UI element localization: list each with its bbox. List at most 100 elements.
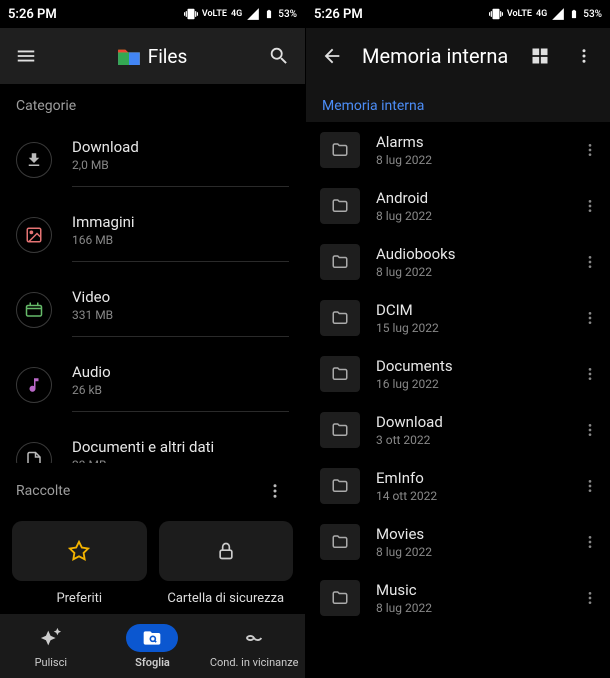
folder-name: Alarms	[376, 133, 564, 151]
favorites-label: Preferiti	[12, 591, 147, 606]
folder-more-button[interactable]	[580, 366, 600, 382]
folder-more-button[interactable]	[580, 142, 600, 158]
collections-row	[0, 513, 305, 591]
status-icons: VoLTE 4G 53%	[489, 7, 602, 21]
collections-header: Raccolte	[0, 463, 305, 513]
view-grid-button[interactable]	[526, 42, 554, 70]
categories-header: Categorie	[0, 84, 305, 122]
internal-storage-panel: 5:26 PM VoLTE 4G 53% Memoria interna Mem…	[305, 0, 610, 678]
nav-clean[interactable]: Pulisci	[1, 624, 102, 669]
category-size: 166 MB	[72, 233, 289, 247]
category-size: 2,0 MB	[72, 158, 289, 172]
more-button[interactable]	[570, 42, 598, 70]
folder-row[interactable]: EmInfo 14 ott 2022	[306, 458, 610, 514]
folder-icon	[329, 197, 351, 215]
safe-folder-card[interactable]	[159, 521, 294, 581]
more-vert-icon	[582, 310, 598, 326]
status-time: 5:26 PM	[314, 7, 363, 22]
nav-browse[interactable]: Sfoglia	[102, 624, 203, 669]
category-audio[interactable]: Audio 26 kB	[0, 347, 305, 422]
more-vert-icon	[266, 482, 284, 500]
more-vert-icon	[582, 198, 598, 214]
bottom-nav: Pulisci Sfoglia Cond. in vicinanze	[0, 614, 305, 678]
status-time: 5:26 PM	[8, 7, 57, 22]
search-button[interactable]	[265, 42, 293, 70]
battery-icon	[569, 7, 579, 21]
folder-row[interactable]: Alarms 8 lug 2022	[306, 122, 610, 178]
grid-icon	[530, 46, 550, 66]
folder-row[interactable]: Android 8 lug 2022	[306, 178, 610, 234]
status-net: 4G	[536, 9, 547, 19]
category-download[interactable]: Download 2,0 MB	[0, 122, 305, 197]
status-icons: VoLTE 4G 53%	[184, 7, 297, 21]
category-documents[interactable]: Documenti e altri dati 23 MB	[0, 422, 305, 463]
category-video[interactable]: Video 331 MB	[0, 272, 305, 347]
collections-more-button[interactable]	[261, 477, 289, 505]
status-volte: VoLTE	[202, 9, 227, 19]
app-title: Files	[56, 45, 249, 68]
folder-more-button[interactable]	[580, 422, 600, 438]
battery-icon	[264, 7, 274, 21]
folder-row[interactable]: Music 8 lug 2022	[306, 570, 610, 626]
status-volte: VoLTE	[507, 9, 532, 19]
folder-more-button[interactable]	[580, 198, 600, 214]
star-icon	[68, 540, 90, 562]
search-icon	[268, 45, 290, 67]
folder-more-button[interactable]	[580, 590, 600, 606]
folder-date: 8 lug 2022	[376, 601, 564, 615]
more-vert-icon	[582, 142, 598, 158]
arrow-back-icon	[321, 45, 343, 67]
category-size: 26 kB	[72, 383, 289, 397]
nav-browse-label: Sfoglia	[135, 656, 170, 669]
nav-share[interactable]: Cond. in vicinanze	[204, 624, 305, 669]
status-net: 4G	[231, 9, 242, 19]
collections-labels: Preferiti Cartella di sicurezza	[0, 591, 305, 614]
hamburger-icon	[15, 45, 37, 67]
folder-more-button[interactable]	[580, 254, 600, 270]
status-bar: 5:26 PM VoLTE 4G 53%	[306, 0, 610, 28]
folder-more-button[interactable]	[580, 534, 600, 550]
category-name: Video	[72, 288, 289, 306]
breadcrumb-text: Memoria interna	[322, 98, 424, 114]
status-bar: 5:26 PM VoLTE 4G 53%	[0, 0, 305, 28]
folder-more-button[interactable]	[580, 310, 600, 326]
menu-button[interactable]	[12, 42, 40, 70]
folder-date: 3 ott 2022	[376, 433, 564, 447]
category-name: Immagini	[72, 213, 289, 231]
folder-date: 8 lug 2022	[376, 209, 564, 223]
folder-icon	[329, 365, 351, 383]
more-vert-icon	[582, 590, 598, 606]
folder-icon	[329, 477, 351, 495]
more-vert-icon	[582, 534, 598, 550]
signal-icon	[551, 7, 565, 21]
folder-date: 16 lug 2022	[376, 377, 564, 391]
folder-more-button[interactable]	[580, 478, 600, 494]
folder-row[interactable]: DCIM 15 lug 2022	[306, 290, 610, 346]
folder-name: DCIM	[376, 301, 564, 319]
more-vert-icon	[575, 47, 593, 65]
folder-icon	[329, 141, 351, 159]
category-images[interactable]: Immagini 166 MB	[0, 197, 305, 272]
breadcrumb[interactable]: Memoria interna	[306, 84, 610, 122]
video-icon	[16, 292, 52, 328]
collections-label: Raccolte	[16, 483, 70, 499]
nav-clean-label: Pulisci	[35, 656, 67, 669]
category-name: Download	[72, 138, 289, 156]
vibrate-icon	[184, 7, 198, 21]
folder-row[interactable]: Movies 8 lug 2022	[306, 514, 610, 570]
folder-row[interactable]: Download 3 ott 2022	[306, 402, 610, 458]
folder-row[interactable]: Audiobooks 8 lug 2022	[306, 234, 610, 290]
safe-folder-label: Cartella di sicurezza	[159, 591, 294, 606]
more-vert-icon	[582, 366, 598, 382]
favorites-card[interactable]	[12, 521, 147, 581]
folder-name: EmInfo	[376, 469, 564, 487]
status-battery: 53%	[278, 9, 297, 20]
category-size: 23 MB	[72, 458, 289, 463]
storage-app-bar: Memoria interna	[306, 28, 610, 84]
folder-icon	[329, 589, 351, 607]
folder-name: Movies	[376, 525, 564, 543]
back-button[interactable]	[318, 42, 346, 70]
folder-icon	[329, 253, 351, 271]
download-icon	[16, 142, 52, 178]
folder-row[interactable]: Documents 16 lug 2022	[306, 346, 610, 402]
